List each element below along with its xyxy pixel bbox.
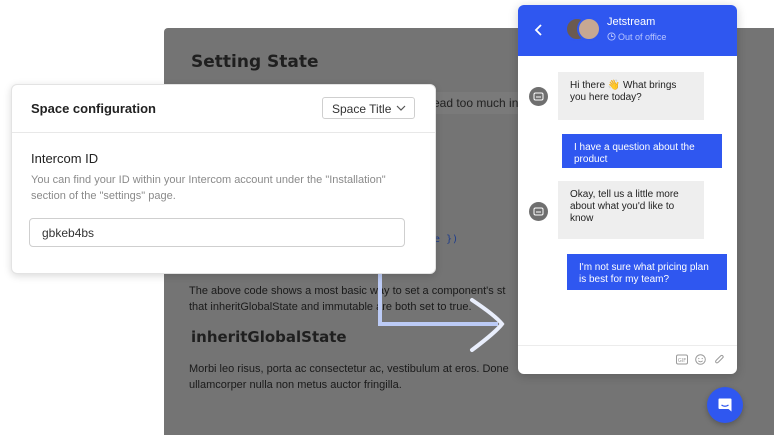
intercom-id-label: Intercom ID	[31, 151, 99, 166]
chat-header: Jetstream Out of office	[518, 5, 737, 56]
attachment-icon[interactable]	[714, 354, 725, 365]
chat-status-text: Out of office	[618, 32, 667, 42]
avatar-group	[565, 17, 601, 41]
doc-paragraph-2: Morbi leo risus, porta ac consectetur ac…	[189, 363, 509, 391]
intercom-id-help: You can find your ID within your Interco…	[31, 174, 386, 202]
gif-icon[interactable]: GIF	[676, 354, 688, 365]
messenger-launcher-button[interactable]	[707, 387, 743, 423]
bot-avatar-icon	[529, 87, 548, 106]
intercom-id-input[interactable]	[29, 218, 405, 247]
doc-subheading: inheritGlobalState	[191, 328, 347, 346]
doc-heading: Setting State	[191, 52, 319, 72]
chat-message-bot: Okay, tell us a little more about what y…	[558, 181, 704, 239]
chat-composer[interactable]: GIF	[518, 345, 737, 374]
chat-message-user: I have a question about the product	[562, 134, 722, 168]
chat-widget: Jetstream Out of office Hi there 👋 What …	[518, 5, 737, 374]
clock-icon	[607, 32, 616, 41]
panel-header: Space configuration Space Title	[12, 85, 435, 133]
chevron-down-icon	[396, 105, 406, 111]
emoji-icon[interactable]	[695, 354, 706, 365]
avatar	[577, 17, 601, 41]
chat-message-bot: Hi there 👋 What brings you here today?	[558, 72, 704, 120]
bot-avatar-icon	[529, 202, 548, 221]
doc-peek-text: read too much in	[429, 92, 519, 114]
space-title-select[interactable]: Space Title	[322, 97, 415, 119]
panel-title: Space configuration	[31, 101, 156, 116]
chat-bubble-icon	[718, 398, 732, 412]
arrow-connector-icon	[378, 260, 505, 352]
chat-team-name: Jetstream	[607, 16, 656, 28]
space-select-value: Space Title	[332, 102, 392, 116]
space-configuration-panel: Space configuration Space Title Intercom…	[11, 84, 436, 274]
chat-message-user: I'm not sure what pricing plan is best f…	[567, 254, 727, 290]
back-arrow-icon[interactable]	[534, 23, 544, 37]
chat-status: Out of office	[607, 32, 666, 42]
svg-text:GIF: GIF	[678, 358, 686, 364]
